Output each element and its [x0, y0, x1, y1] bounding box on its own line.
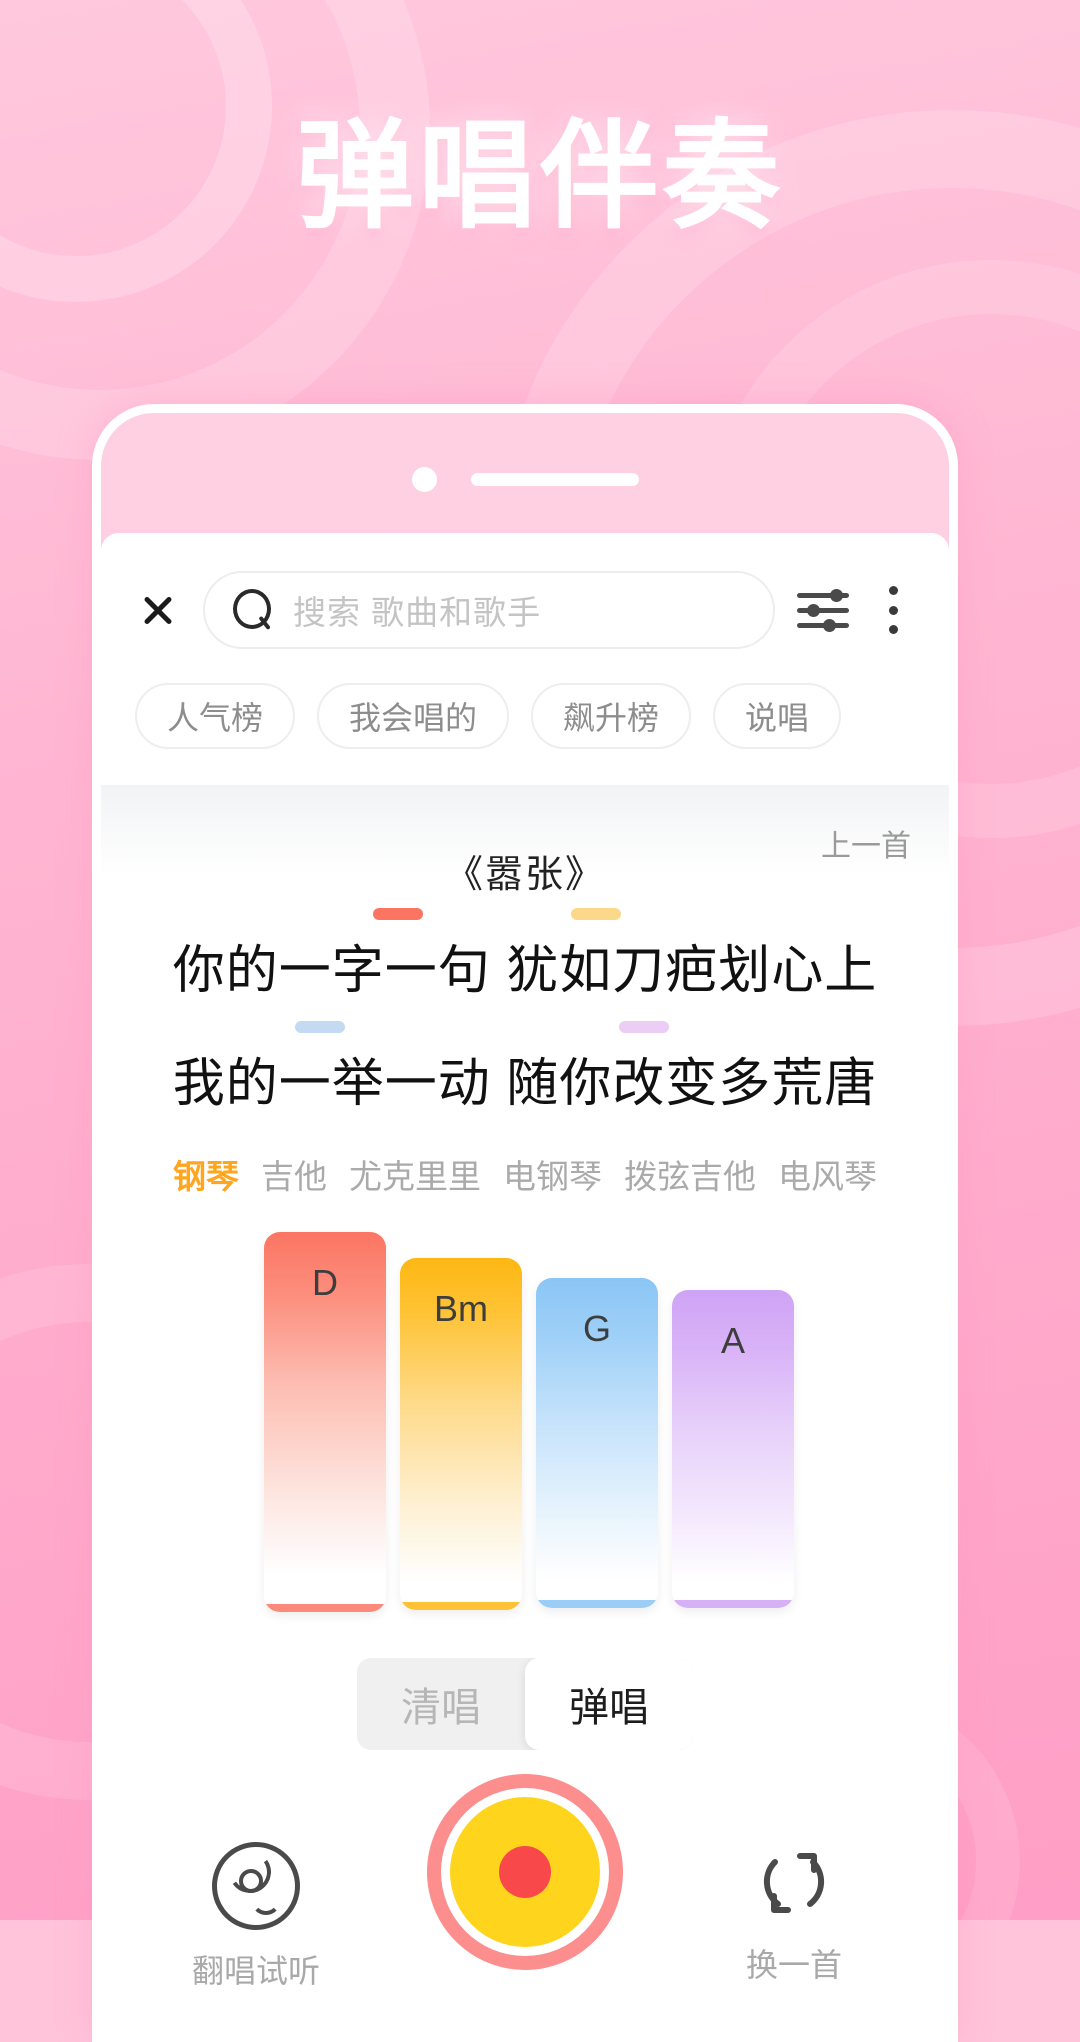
chord-key-label: Bm: [434, 1288, 488, 1329]
search-input[interactable]: 搜索 歌曲和歌手: [203, 571, 775, 649]
instrument-tab-guitar[interactable]: 吉他: [261, 1150, 327, 1198]
chord-key-g[interactable]: G: [536, 1278, 658, 1608]
lyric-text-2: 我的一举一动 随你改变多荒唐: [172, 1055, 878, 1113]
close-icon[interactable]: [135, 587, 181, 633]
filter-chip-row: 人气榜 我会唱的 飙升榜 说唱: [101, 649, 949, 785]
cover-preview-label: 翻唱试听: [191, 1953, 320, 1989]
page-headline: 弹唱伴奏: [295, 111, 784, 243]
record-body: [450, 1797, 600, 1947]
chord-mark-blue: [294, 1021, 345, 1033]
chord-mark-purple: [618, 1021, 669, 1033]
cover-preview-button[interactable]: 翻唱试听: [171, 1842, 341, 1992]
chord-key-label: G: [582, 1308, 611, 1349]
chip-rising[interactable]: 飙升榜: [531, 683, 692, 749]
search-placeholder: 搜索 歌曲和歌手: [293, 594, 542, 631]
phone-mockup: 搜索 歌曲和歌手 人气榜 我会唱的 飙升榜 说唱 上一首 《嚣张》 你的一字一句: [92, 404, 958, 2042]
instrument-tab-organ[interactable]: 电风琴: [778, 1150, 877, 1198]
top-bar: 搜索 歌曲和歌手: [101, 533, 949, 649]
change-song-button[interactable]: 换一首: [709, 1842, 879, 1986]
disc-icon: [212, 1842, 300, 1930]
speaker-bar: [470, 473, 639, 486]
record-button[interactable]: [427, 1774, 623, 1970]
lyric-line-1: 你的一字一句 犹如刀疤划心上: [172, 908, 878, 1003]
phone-notch: [101, 467, 949, 492]
mode-toggle: 清唱 弹唱: [357, 1658, 693, 1750]
chord-mark-red: [372, 908, 423, 920]
chord-key-label: D: [312, 1262, 338, 1303]
chord-key-d[interactable]: D: [264, 1232, 386, 1612]
instrument-tab-piano[interactable]: 钢琴: [173, 1150, 239, 1198]
chip-popular[interactable]: 人气榜: [135, 683, 296, 749]
mode-toggle-acappella[interactable]: 清唱: [357, 1658, 525, 1750]
change-song-label: 换一首: [745, 1947, 842, 1983]
song-title: 《嚣张》: [444, 854, 605, 896]
instrument-tab-epiano[interactable]: 电钢琴: [503, 1150, 602, 1198]
search-icon: [231, 589, 273, 631]
record-dot: [499, 1846, 551, 1898]
camera-dot: [411, 467, 437, 492]
lyric-line-2: 我的一举一动 随你改变多荒唐: [172, 1021, 878, 1116]
chord-key-row: D Bm G A: [101, 1232, 949, 1612]
chord-key-bm[interactable]: Bm: [400, 1258, 522, 1610]
mode-toggle-playsing[interactable]: 弹唱: [525, 1658, 693, 1750]
player-content: 上一首 《嚣张》 你的一字一句 犹如刀疤划心上 我的一举一动 随你改变多荒唐 钢…: [101, 785, 949, 2033]
equalizer-icon[interactable]: [797, 588, 849, 632]
lyric-text-1: 你的一字一句 犹如刀疤划心上: [172, 942, 878, 1000]
chip-rap[interactable]: 说唱: [713, 683, 842, 749]
app-screen: 搜索 歌曲和歌手 人气榜 我会唱的 飙升榜 说唱 上一首 《嚣张》 你的一字一句: [101, 533, 949, 2033]
chord-mark-yellow: [570, 908, 621, 920]
instrument-tab-ukulele[interactable]: 尤克里里: [349, 1150, 481, 1198]
chord-key-label: A: [720, 1320, 745, 1361]
chip-i-can-sing[interactable]: 我会唱的: [317, 683, 510, 749]
bottom-control-bar: 翻唱试听 换一首: [101, 1774, 949, 2033]
chord-key-a[interactable]: A: [672, 1290, 794, 1608]
more-vertical-icon[interactable]: [871, 583, 915, 637]
refresh-icon: [763, 1853, 825, 1913]
instrument-tab-pluck-guitar[interactable]: 拨弦吉他: [624, 1150, 756, 1198]
prev-song-button[interactable]: 上一首: [821, 821, 911, 865]
instrument-tab-row: 钢琴 吉他 尤克里里 电钢琴 拨弦吉他 电风琴: [173, 1150, 877, 1198]
record-icon: [441, 1788, 609, 1956]
